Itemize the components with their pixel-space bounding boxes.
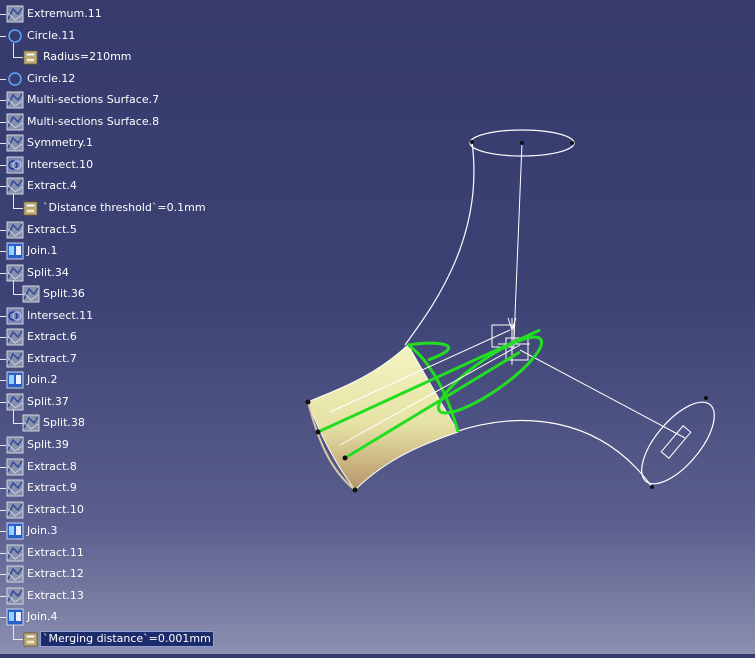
join-icon[interactable]	[6, 522, 24, 540]
surface-feature-icon[interactable]	[6, 221, 24, 239]
tree-node[interactable]: Split.39	[6, 435, 71, 455]
circle-icon[interactable]	[6, 27, 24, 45]
surface-feature-icon[interactable]	[6, 479, 24, 497]
tree-node-label[interactable]: Extract.7	[25, 352, 79, 366]
join-icon[interactable]	[6, 608, 24, 626]
tree-node[interactable]: Join.1	[6, 241, 60, 261]
surface-feature-icon[interactable]	[6, 5, 24, 23]
tree-node[interactable]: Circle.12	[6, 69, 77, 89]
tree-node-label[interactable]: Split.37	[25, 395, 71, 409]
tree-node[interactable]: Intersect.10	[6, 155, 95, 175]
surface-feature-icon[interactable]	[6, 587, 24, 605]
upper-arm-curve-left[interactable]	[404, 141, 475, 346]
tree-node[interactable]: Split.36	[22, 284, 87, 304]
right-arm-guide-line[interactable]	[519, 349, 686, 439]
tree-node-label[interactable]: Multi-sections Surface.8	[25, 115, 161, 129]
right-profile-ellipse[interactable]	[629, 391, 727, 496]
tree-node-label[interactable]: Extract.6	[25, 330, 79, 344]
tree-node-label[interactable]: Split.36	[41, 287, 87, 301]
surface-feature-icon[interactable]	[6, 264, 24, 282]
parameter-icon[interactable]	[22, 48, 40, 66]
tree-node[interactable]: Multi-sections Surface.7	[6, 90, 161, 110]
tree-node-label[interactable]: Extract.5	[25, 223, 79, 237]
surface-feature-icon[interactable]	[6, 501, 24, 519]
right-arm-curve-lower[interactable]	[454, 419, 653, 488]
tree-node-label[interactable]: Split.38	[41, 416, 87, 430]
parameter-icon[interactable]	[22, 630, 40, 648]
tree-node-label[interactable]: Extract.11	[25, 546, 86, 560]
surface-feature-icon[interactable]	[6, 350, 24, 368]
surface-feature-icon[interactable]	[6, 134, 24, 152]
tree-node[interactable]: Join.3	[6, 521, 60, 541]
tree-node-label[interactable]: `Merging distance`=0.001mm	[40, 630, 214, 647]
tree-node-label[interactable]: Join.1	[25, 244, 60, 258]
tree-node[interactable]: Extract.9	[6, 478, 79, 498]
tree-node-label[interactable]: Extract.13	[25, 589, 86, 603]
tree-node-label[interactable]: Extremum.11	[25, 7, 104, 21]
tree-node[interactable]: Extract.5	[6, 220, 79, 240]
surface-feature-icon[interactable]	[6, 113, 24, 131]
tree-node[interactable]: Extract.12	[6, 564, 86, 584]
tree-node-label[interactable]: Join.3	[25, 524, 60, 538]
intersect-icon[interactable]	[6, 156, 24, 174]
tree-node-label[interactable]: Circle.12	[25, 72, 77, 86]
tree-node[interactable]: Extract.13	[6, 586, 86, 606]
tree-node[interactable]: Extract.7	[6, 349, 79, 369]
join-icon[interactable]	[6, 371, 24, 389]
tree-node[interactable]: Extract.8	[6, 457, 79, 477]
surface-feature-icon[interactable]	[6, 436, 24, 454]
upper-arm-guide-line[interactable]	[513, 142, 523, 341]
tree-node[interactable]: Symmetry.1	[6, 133, 95, 153]
tree-node-label[interactable]: Join.4	[25, 610, 60, 624]
tree-node[interactable]: Split.38	[22, 413, 87, 433]
parameter-icon[interactable]	[22, 199, 40, 217]
tree-node-label[interactable]: Split.34	[25, 266, 71, 280]
tree-node[interactable]: `Merging distance`=0.001mm	[22, 629, 214, 649]
intersect-icon[interactable]	[6, 307, 24, 325]
tree-node-label[interactable]: `Distance threshold`=0.1mm	[41, 201, 208, 215]
tree-node-label[interactable]: Extract.4	[25, 179, 79, 193]
surface-feature-icon[interactable]	[22, 285, 40, 303]
tree-node[interactable]: Extremum.11	[6, 4, 104, 24]
join-icon[interactable]	[6, 242, 24, 260]
tree-node-label[interactable]: Extract.9	[25, 481, 79, 495]
tree-node-label[interactable]: Extract.12	[25, 567, 86, 581]
tree-node-label[interactable]: Radius=210mm	[41, 50, 134, 64]
tree-node-label[interactable]: Multi-sections Surface.7	[25, 93, 161, 107]
surface-feature-icon[interactable]	[6, 91, 24, 109]
tree-node-label[interactable]: Symmetry.1	[25, 136, 95, 150]
surface-feature-icon[interactable]	[6, 565, 24, 583]
tree-node-label[interactable]: Circle.11	[25, 29, 77, 43]
right-profile-axis-marker[interactable]	[660, 425, 692, 459]
surface-feature-icon[interactable]	[22, 414, 40, 432]
tree-node-label[interactable]: Split.39	[25, 438, 71, 452]
tree-node[interactable]: Join.2	[6, 370, 60, 390]
surface-feature-icon[interactable]	[6, 544, 24, 562]
tree-node[interactable]: Intersect.11	[6, 306, 95, 326]
tree-node[interactable]: Extract.6	[6, 327, 79, 347]
tree-node-label[interactable]: Extract.8	[25, 460, 79, 474]
surface-feature-icon[interactable]	[6, 328, 24, 346]
tree-node[interactable]: Multi-sections Surface.8	[6, 112, 161, 132]
tree-node[interactable]: Extract.10	[6, 500, 86, 520]
surface-feature-icon[interactable]	[6, 393, 24, 411]
circle-icon[interactable]	[6, 70, 24, 88]
tree-node[interactable]: Extract.11	[6, 543, 86, 563]
tree-node[interactable]: Radius=210mm	[22, 47, 134, 67]
tree-node-label[interactable]: Join.2	[25, 373, 60, 387]
selected-surface[interactable]	[307, 344, 459, 491]
surface-feature-icon[interactable]	[6, 177, 24, 195]
specification-tree[interactable]: Extremum.11 Circle.11 Radius=210mm Circle.1…	[0, 0, 320, 654]
tree-node-label[interactable]: Intersect.10	[25, 158, 95, 172]
tree-node-label[interactable]: Extract.10	[25, 503, 86, 517]
surface-feature-icon[interactable]	[6, 458, 24, 476]
tree-node-label[interactable]: Intersect.11	[25, 309, 95, 323]
tree-node[interactable]: `Distance threshold`=0.1mm	[22, 198, 208, 218]
